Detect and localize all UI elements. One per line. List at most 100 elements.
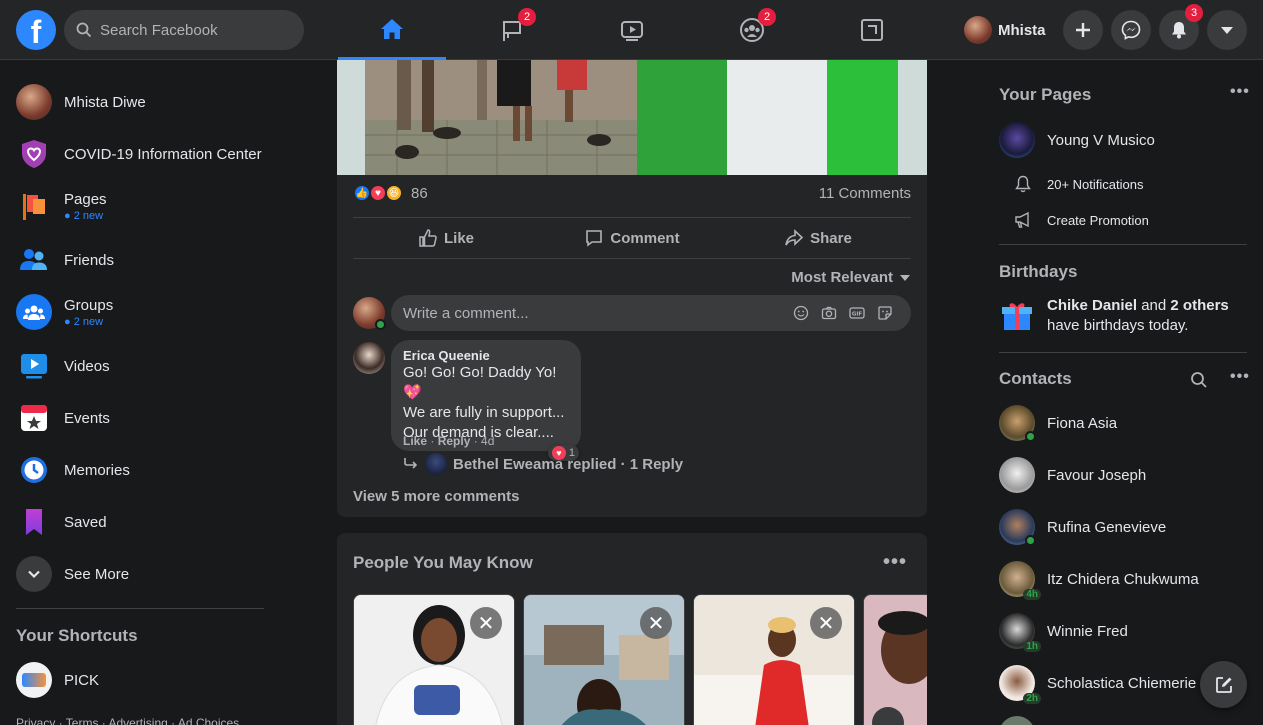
share-button[interactable]: Share — [725, 218, 911, 258]
comment-button[interactable]: Comment — [539, 218, 725, 258]
reaction-icons[interactable]: 👍 ♥ 😆 86 — [353, 184, 428, 202]
new-count-text: 2 new — [73, 209, 104, 222]
sidebar-divider — [16, 608, 264, 609]
sidebar-divider — [999, 244, 1247, 245]
commenter-avatar[interactable] — [353, 342, 385, 374]
sidebar-item-see-more[interactable]: See More — [8, 550, 288, 598]
sidebar-item-profile[interactable]: Mhista Diwe — [8, 78, 288, 126]
sticker-button[interactable] — [871, 305, 899, 321]
tab-pages[interactable]: 2 — [458, 0, 566, 60]
thumbs-up-icon — [419, 229, 437, 247]
pages-badge: 2 — [518, 8, 536, 26]
tab-groups[interactable]: 2 — [698, 0, 806, 60]
sidebar-item-events[interactable]: Events — [8, 394, 288, 442]
comments-count[interactable]: 11 Comments — [819, 185, 911, 202]
messenger-button[interactable] — [1111, 10, 1151, 50]
contact-avatar[interactable] — [999, 716, 1035, 725]
replies-link[interactable]: Bethel Eweama replied · 1 Reply — [403, 453, 683, 475]
comment-author[interactable]: Erica Queenie — [403, 348, 569, 363]
dismiss-button[interactable]: ✕ — [810, 607, 842, 639]
sort-label: Most Relevant — [791, 269, 893, 286]
suggestion-card[interactable]: ✕ — [693, 594, 855, 725]
emoji-icon — [793, 305, 809, 321]
emoji-button[interactable] — [787, 305, 815, 321]
sidebar-item-memories[interactable]: Memories — [8, 446, 288, 494]
plus-icon — [1076, 23, 1090, 37]
contact-item[interactable]: Rufina Genevieve — [999, 509, 1166, 546]
contact-item[interactable]: Favour Joseph — [999, 457, 1146, 493]
birthday-reminder[interactable]: Chike Daniel and 2 others have birthdays… — [999, 296, 1229, 336]
suggestion-card[interactable]: ✕ — [353, 594, 515, 725]
search-icon[interactable] — [1190, 371, 1208, 389]
tab-home[interactable] — [338, 0, 446, 60]
sidebar-item-covid[interactable]: COVID-19 Information Center — [8, 130, 288, 178]
bell-icon — [1015, 175, 1031, 193]
last-active-badge: 4h — [1023, 589, 1041, 600]
profile-chip[interactable]: Mhista — [956, 10, 1054, 50]
photo-button[interactable] — [815, 305, 843, 321]
pages-more-icon[interactable]: ••• — [1230, 83, 1250, 101]
more-options-icon[interactable]: ••• — [883, 551, 907, 574]
sidebar-item-label: Saved — [64, 513, 107, 531]
comment-reply-link[interactable]: Reply — [438, 434, 471, 448]
gif-button[interactable]: GIF — [843, 305, 871, 321]
share-label: Share — [810, 229, 852, 247]
footer-links[interactable]: Privacy · Terms · Advertising · Ad Choic… — [16, 716, 239, 725]
sidebar-item-friends[interactable]: Friends — [8, 236, 288, 284]
chevron-down-icon — [16, 556, 52, 592]
comment-like-link[interactable]: Like — [403, 434, 427, 448]
view-more-comments-link[interactable]: View 5 more comments — [353, 488, 519, 505]
birthday-tail: have birthdays today. — [1047, 317, 1189, 334]
contact-item[interactable]: 4h Itz Chidera Chukwuma — [999, 561, 1199, 600]
like-button[interactable]: Like — [353, 218, 539, 258]
search-box[interactable] — [64, 10, 304, 50]
comment-sort-dropdown[interactable]: Most Relevant — [791, 269, 911, 286]
feed-post: 👍 ♥ 😆 86 11 Comments Like Comment Share … — [337, 60, 927, 517]
shortcut-item[interactable]: PICK — [8, 656, 288, 704]
search-input[interactable] — [100, 21, 290, 39]
suggestion-card[interactable] — [863, 594, 927, 725]
birthday-text: Chike Daniel and 2 others have birthdays… — [1047, 296, 1229, 336]
page-notifications-link[interactable]: 20+ Notifications — [1013, 174, 1143, 194]
sidebar-item-videos[interactable]: Videos — [8, 342, 288, 390]
comment-placeholder: Write a comment... — [403, 304, 529, 322]
account-menu-button[interactable] — [1207, 10, 1247, 50]
contact-item[interactable]: Fiona Asia — [999, 405, 1117, 442]
new-message-button[interactable] — [1200, 661, 1247, 708]
create-promotion-link[interactable]: Create Promotion — [1013, 210, 1149, 230]
tab-watch[interactable] — [578, 0, 686, 60]
notifications-button[interactable]: 3 — [1159, 4, 1203, 50]
contact-item[interactable]: 1h Winnie Fred — [999, 613, 1128, 652]
groups-icon — [16, 294, 52, 330]
dismiss-button[interactable]: ✕ — [470, 607, 502, 639]
facebook-logo[interactable]: f — [16, 10, 56, 50]
sidebar-item-pages[interactable]: Pages ● 2 new — [8, 182, 288, 230]
sidebar-item-new-count: ● 2 new — [64, 315, 104, 328]
share-icon — [785, 229, 804, 246]
comment-composer: Write a comment... GIF — [353, 295, 911, 331]
caret-down-icon — [900, 274, 910, 281]
contacts-more-icon[interactable]: ••• — [1230, 368, 1250, 386]
dismiss-button[interactable]: ✕ — [640, 607, 672, 639]
tab-gaming[interactable] — [818, 0, 926, 60]
contact-avatar: 2h — [999, 665, 1041, 704]
notifications-badge: 3 — [1185, 4, 1203, 22]
shortcut-label: PICK — [64, 671, 100, 689]
sidebar-item-label: Groups — [64, 296, 114, 314]
comment-input[interactable]: Write a comment... GIF — [391, 295, 911, 331]
pages-flag-icon — [16, 188, 52, 224]
video-icon — [621, 21, 643, 41]
post-photo[interactable] — [337, 60, 927, 175]
sidebar-item-label: Events — [64, 409, 110, 427]
contact-item[interactable]: 2h Scholastica Chiemerie — [999, 665, 1196, 704]
sidebar-item-groups[interactable]: Groups ● 2 new — [8, 288, 288, 336]
sidebar-item-label: Memories — [64, 461, 130, 479]
page-item[interactable]: Young V Musico — [999, 122, 1155, 158]
comment-text-line: Go! Go! Go! Daddy Yo!💖 — [403, 364, 557, 401]
megaphone-icon — [1015, 211, 1029, 228]
create-button[interactable] — [1063, 10, 1103, 50]
sidebar-item-text: Pages ● 2 new — [64, 191, 107, 222]
top-navigation-bar: f 2 2 Mhista 3 — [0, 0, 1263, 60]
sidebar-item-saved[interactable]: Saved — [8, 498, 288, 546]
suggestion-card[interactable]: ✕ — [523, 594, 685, 725]
